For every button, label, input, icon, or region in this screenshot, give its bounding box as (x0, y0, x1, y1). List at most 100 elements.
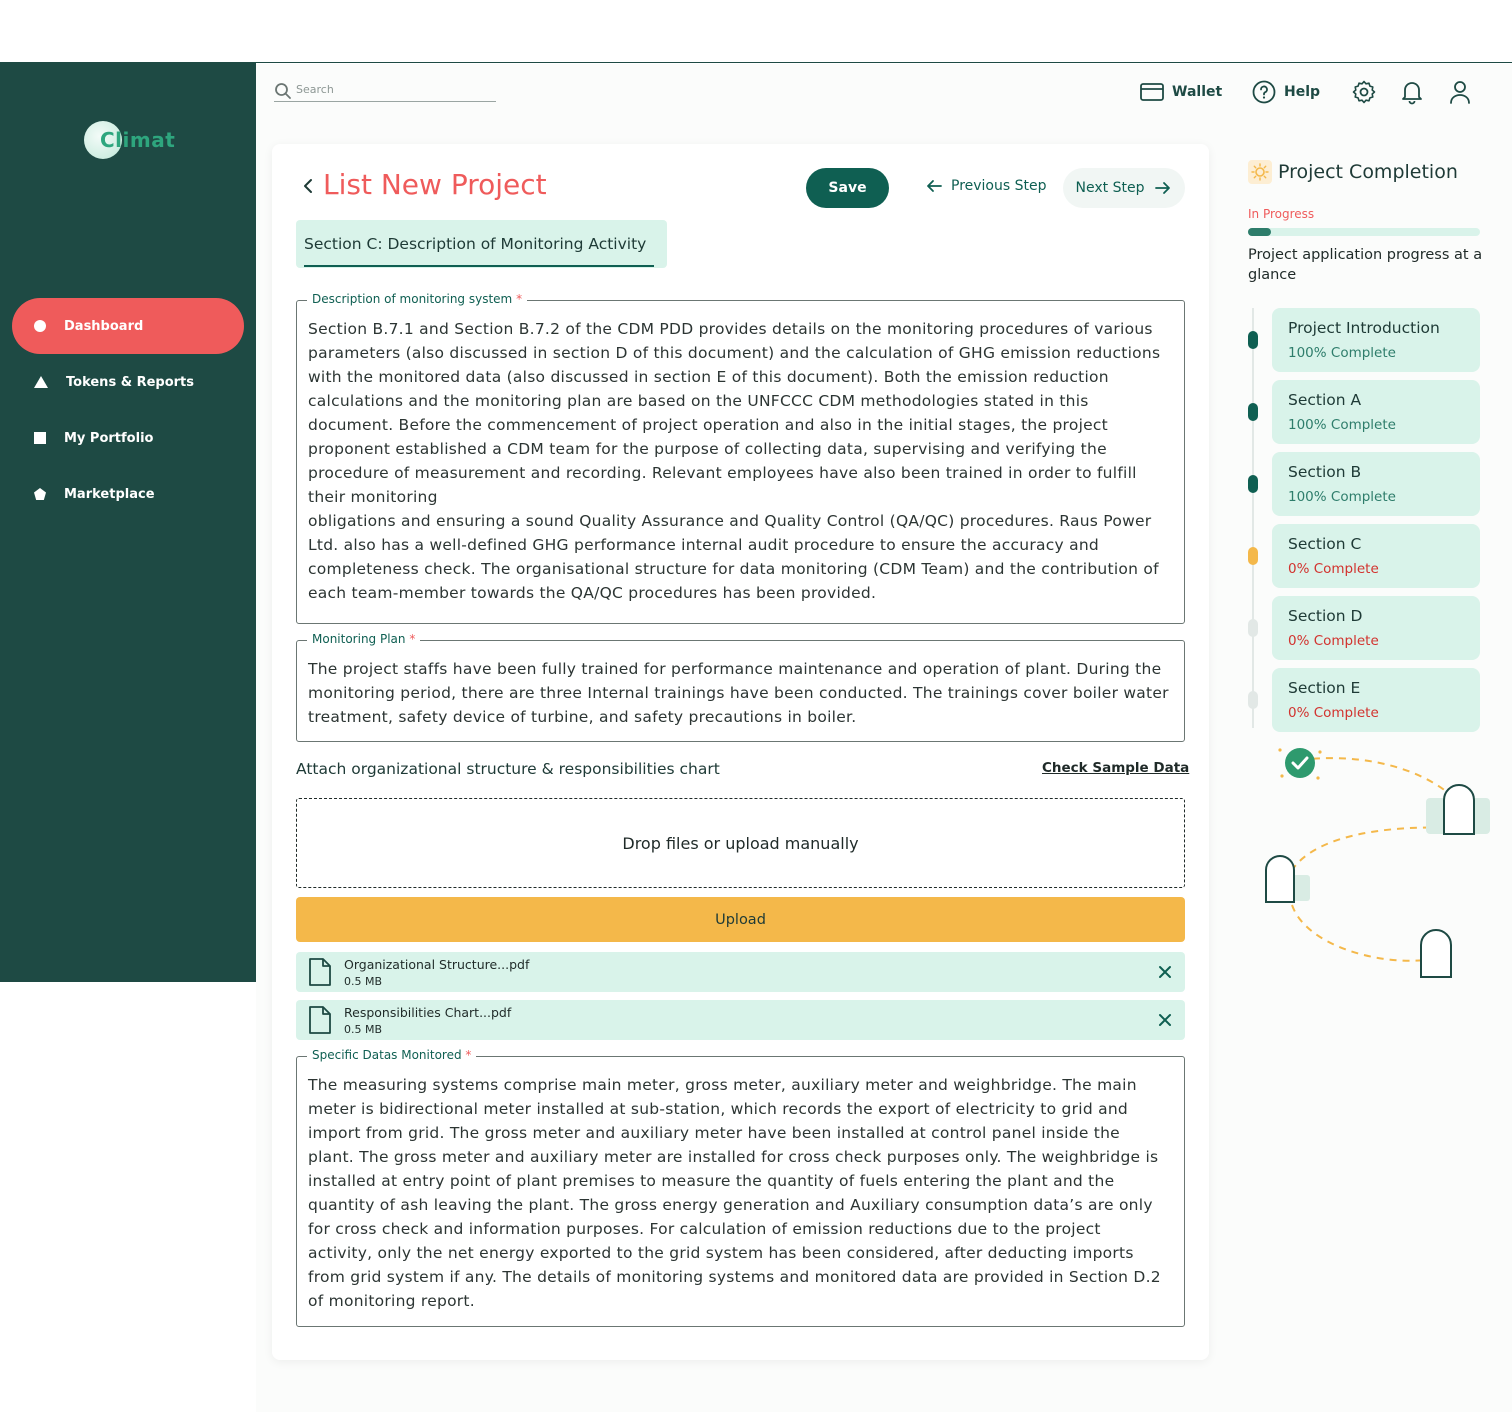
monitoring-plan-field[interactable]: Monitoring Plan * The project staffs hav… (296, 632, 1185, 742)
monitoring-system-field[interactable]: Description of monitoring system * Secti… (296, 292, 1185, 624)
completion-step[interactable]: Section E 0% Complete (1272, 668, 1480, 732)
arrow-right-icon (1155, 182, 1171, 194)
field-label: Description of monitoring system * (307, 292, 528, 306)
wallet-label: Wallet (1172, 84, 1223, 100)
pentagon-icon (34, 488, 46, 500)
close-icon[interactable] (1157, 964, 1173, 980)
search-placeholder: Search (296, 83, 334, 96)
timeline-dot (1248, 331, 1258, 349)
sidebar-item-my-portfolio[interactable]: My Portfolio (12, 410, 244, 466)
logo[interactable]: Climat (84, 121, 204, 161)
previous-step-label: Previous Step (951, 178, 1047, 194)
help-button[interactable]: Help (1252, 78, 1320, 106)
file-size: 0.5 MB (344, 1023, 383, 1036)
arrow-left-icon (927, 180, 942, 192)
wallet-icon (1140, 83, 1164, 101)
dot-icon (34, 320, 46, 332)
save-button[interactable]: Save (806, 168, 889, 208)
help-label: Help (1284, 84, 1321, 100)
file-dropzone[interactable]: Drop files or upload manually (296, 798, 1185, 888)
upload-button[interactable]: Upload (296, 897, 1185, 942)
attach-title: Attach organizational structure & respon… (296, 760, 720, 778)
step-title: Section A (1288, 391, 1362, 409)
step-status: 0% Complete (1288, 705, 1379, 721)
search-icon (275, 83, 291, 99)
step-status: 100% Complete (1288, 345, 1396, 361)
sidebar-item-dashboard[interactable]: Dashboard (12, 298, 244, 354)
attached-file: Organizational Structure...pdf 0.5 MB (296, 952, 1185, 992)
milestone-illustration (1265, 748, 1490, 978)
project-completion-title: Project Completion (1248, 160, 1458, 184)
timeline-dot (1248, 475, 1258, 493)
progress-description: Project application progress at a glance (1248, 247, 1483, 283)
file-size: 0.5 MB (344, 975, 383, 988)
close-icon[interactable] (1157, 1012, 1173, 1028)
search-input[interactable]: Search (274, 80, 496, 102)
sidebar-nav: Dashboard Tokens & Reports My Portfolio … (12, 298, 244, 522)
timeline-dot (1248, 691, 1258, 709)
step-status: 0% Complete (1288, 561, 1379, 577)
step-title: Project Introduction (1288, 319, 1440, 337)
notifications-button[interactable] (1400, 78, 1424, 106)
sidebar-item-label: Dashboard (64, 318, 144, 334)
back-chevron-icon[interactable] (300, 176, 316, 196)
timeline-line (1252, 308, 1254, 728)
monitoring-plan-text: The project staffs have been fully train… (308, 660, 1169, 726)
specific-data-field[interactable]: Specific Datas Monitored * The measuring… (296, 1048, 1185, 1327)
file-name: Responsibilities Chart...pdf (344, 1005, 512, 1020)
specific-data-text: The measuring systems comprise main mete… (308, 1076, 1161, 1310)
bell-icon (1402, 82, 1422, 105)
step-title: Section B (1288, 463, 1362, 481)
profile-button[interactable] (1448, 78, 1472, 106)
timeline-dot (1248, 547, 1258, 565)
settings-button[interactable] (1351, 78, 1377, 106)
sidebar-item-marketplace[interactable]: Marketplace (12, 466, 244, 522)
progress-bar (1248, 228, 1480, 236)
triangle-icon (34, 376, 48, 388)
timeline-dot (1248, 403, 1258, 421)
section-tab-underline (304, 265, 654, 267)
next-step-label: Next Step (1075, 180, 1145, 196)
step-status: 100% Complete (1288, 417, 1396, 433)
step-status: 0% Complete (1288, 633, 1379, 649)
dropzone-text: Drop files or upload manually (622, 833, 859, 853)
completion-step[interactable]: Section A 100% Complete (1272, 380, 1480, 444)
file-name: Organizational Structure...pdf (344, 957, 530, 972)
next-step-button[interactable]: Next Step (1063, 168, 1185, 208)
document-icon (309, 958, 331, 986)
field-label: Specific Datas Monitored * (307, 1048, 477, 1062)
field-label: Monitoring Plan * (307, 632, 421, 646)
progress-status: In Progress (1248, 207, 1315, 221)
step-status: 100% Complete (1288, 489, 1396, 505)
help-icon (1252, 80, 1276, 104)
square-icon (34, 432, 46, 444)
sidebar-item-label: Tokens & Reports (66, 374, 194, 390)
completion-step[interactable]: Section D 0% Complete (1272, 596, 1480, 660)
sidebar-item-tokens-reports[interactable]: Tokens & Reports (12, 354, 244, 410)
completion-step[interactable]: Project Introduction 100% Complete (1272, 308, 1480, 372)
gear-icon (1352, 80, 1376, 104)
step-title: Section D (1288, 607, 1363, 625)
section-tab[interactable]: Section C: Description of Monitoring Act… (296, 220, 667, 268)
sun-icon (1248, 160, 1272, 184)
sidebar: Climat Dashboard Tokens & Reports My Por… (0, 63, 256, 982)
logo-text: Climat (100, 128, 176, 152)
completion-step[interactable]: Section B 100% Complete (1272, 452, 1480, 516)
monitoring-system-text: Section B.7.1 and Section B.7.2 of the C… (308, 320, 1161, 602)
page-title: List New Project (323, 168, 547, 201)
progress-bar-fill (1248, 228, 1272, 236)
user-icon (1450, 81, 1470, 104)
previous-step-button[interactable]: Previous Step (925, 178, 1047, 194)
wallet-button[interactable]: Wallet (1140, 78, 1222, 106)
step-title: Section E (1288, 679, 1361, 697)
timeline-dot (1248, 619, 1258, 637)
sidebar-item-label: Marketplace (64, 486, 155, 502)
document-icon (309, 1006, 331, 1034)
check-sample-data-link[interactable]: Check Sample Data (1042, 760, 1189, 776)
section-tab-label: Section C: Description of Monitoring Act… (304, 235, 647, 253)
sidebar-item-label: My Portfolio (64, 430, 154, 446)
top-strip (0, 0, 1512, 63)
attached-file: Responsibilities Chart...pdf 0.5 MB (296, 1000, 1185, 1040)
step-title: Section C (1288, 535, 1362, 553)
completion-step[interactable]: Section C 0% Complete (1272, 524, 1480, 588)
